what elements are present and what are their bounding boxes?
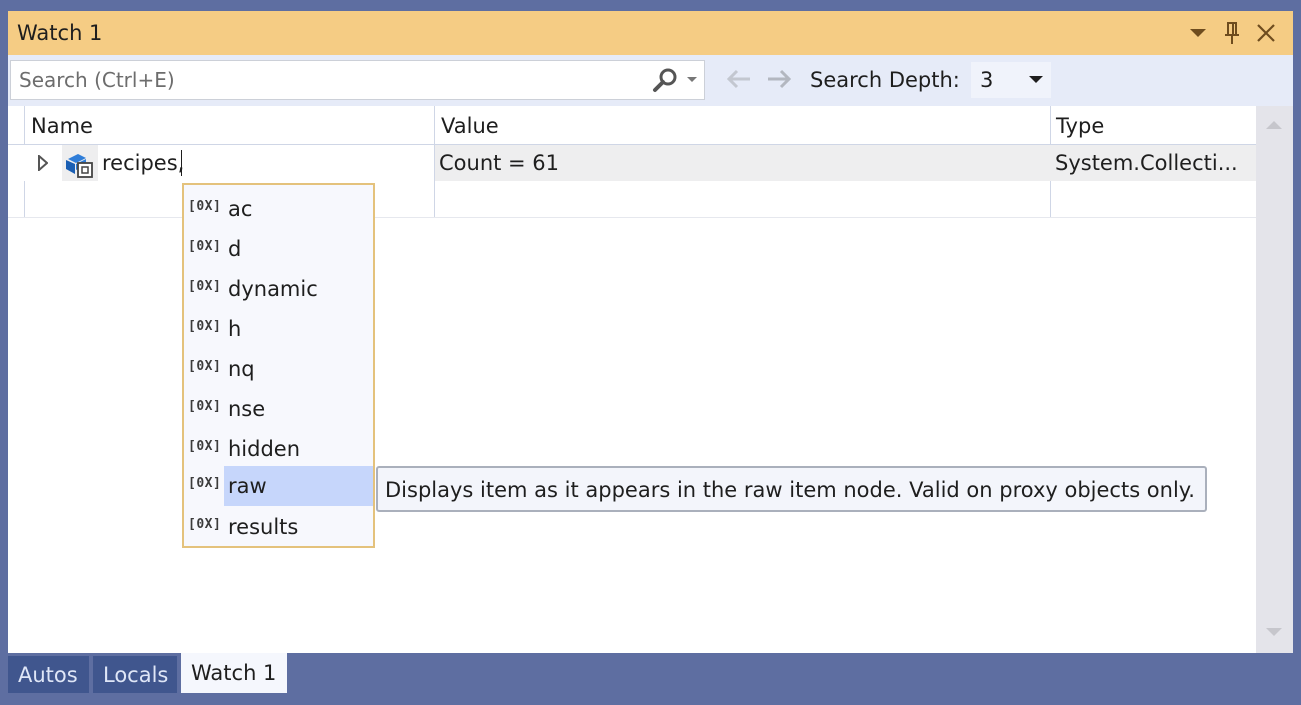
tab-label: Autos — [18, 663, 78, 687]
pin-icon — [1225, 22, 1239, 44]
completion-item[interactable]: [0X] ac — [184, 189, 373, 229]
tab-label: Locals — [103, 663, 169, 687]
row-name[interactable]: recipes, — [102, 151, 184, 175]
field-icon: [0X] — [188, 319, 222, 334]
scroll-up-icon[interactable] — [1266, 120, 1282, 130]
tab-locals[interactable]: Locals — [93, 656, 177, 693]
title-bar: Watch 1 — [8, 11, 1293, 55]
completion-item[interactable]: [0X] nq — [184, 349, 373, 389]
text-caret — [181, 150, 182, 176]
field-icon: [0X] — [188, 439, 222, 454]
search-depth-select[interactable]: 3 — [971, 62, 1051, 98]
completion-item[interactable]: [0X] results — [184, 507, 373, 547]
arrow-left-icon — [726, 69, 750, 89]
format-specifier-popup: [0X] ac [0X] d [0X] dynamic [0X] h [0X] … — [182, 183, 375, 548]
field-icon: [0X] — [188, 279, 222, 294]
close-icon — [1257, 24, 1275, 42]
completion-label: results — [228, 515, 299, 539]
column-header-type[interactable]: Type — [1056, 114, 1104, 138]
field-icon: [0X] — [188, 359, 222, 374]
tooltip-text: Displays item as it appears in the raw i… — [385, 478, 1195, 502]
grid-header: Name Value Type — [8, 106, 1256, 145]
chevron-down-icon — [1029, 76, 1043, 83]
search-depth-label: Search Depth: — [810, 68, 960, 92]
completion-label: h — [228, 317, 242, 341]
field-icon: [0X] — [188, 239, 222, 254]
search-depth-value: 3 — [980, 68, 994, 92]
row-value: Count = 61 — [439, 151, 560, 175]
completion-label: hidden — [228, 437, 301, 461]
completion-item[interactable]: [0X] nse — [184, 389, 373, 429]
pin-button[interactable] — [1218, 19, 1246, 47]
table-row[interactable]: recipes, Count = 61 System.Collecti... — [8, 145, 1256, 181]
arrow-right-icon — [768, 69, 792, 89]
search-box — [10, 60, 705, 100]
chevron-down-icon — [687, 77, 697, 82]
completion-item[interactable]: [0X] d — [184, 229, 373, 269]
search-input[interactable] — [11, 61, 641, 99]
completion-label: nse — [228, 397, 266, 421]
search-forward-button[interactable] — [766, 69, 792, 93]
completion-label: dynamic — [228, 277, 318, 301]
completion-item-selected[interactable]: [0X] raw — [184, 466, 373, 506]
dropdown-triangle-icon — [1190, 29, 1206, 37]
completion-label: ac — [228, 197, 253, 221]
field-icon: [0X] — [188, 517, 222, 532]
field-icon: [0X] — [188, 476, 222, 491]
completion-item[interactable]: [0X] dynamic — [184, 269, 373, 309]
scroll-down-icon[interactable] — [1266, 627, 1282, 637]
row-type: System.Collecti... — [1055, 151, 1238, 175]
tab-watch-1[interactable]: Watch 1 — [181, 653, 287, 693]
completion-label: nq — [228, 357, 255, 381]
completion-tooltip: Displays item as it appears in the raw i… — [376, 466, 1207, 512]
completion-label: raw — [228, 474, 267, 498]
expand-chevron-icon[interactable] — [38, 155, 48, 171]
column-separator — [24, 106, 25, 144]
completion-item[interactable]: [0X] h — [184, 309, 373, 349]
completion-label: d — [228, 237, 242, 261]
search-back-button[interactable] — [726, 69, 752, 93]
field-icon: [0X] — [188, 399, 222, 414]
column-header-value[interactable]: Value — [441, 114, 499, 138]
search-icon — [653, 68, 697, 92]
close-button[interactable] — [1252, 19, 1280, 47]
vertical-scrollbar[interactable] — [1256, 106, 1293, 653]
column-header-name[interactable]: Name — [31, 114, 93, 138]
tab-label: Watch 1 — [191, 661, 277, 685]
tab-autos[interactable]: Autos — [8, 656, 89, 693]
search-options-button[interactable] — [651, 67, 701, 93]
window-title: Watch 1 — [17, 21, 103, 45]
toolbar: Search Depth: 3 — [8, 55, 1293, 106]
completion-item[interactable]: [0X] hidden — [184, 429, 373, 469]
field-icon: [0X] — [188, 199, 222, 214]
object-field-icon — [66, 154, 93, 178]
window-menu-button[interactable] — [1184, 19, 1212, 47]
